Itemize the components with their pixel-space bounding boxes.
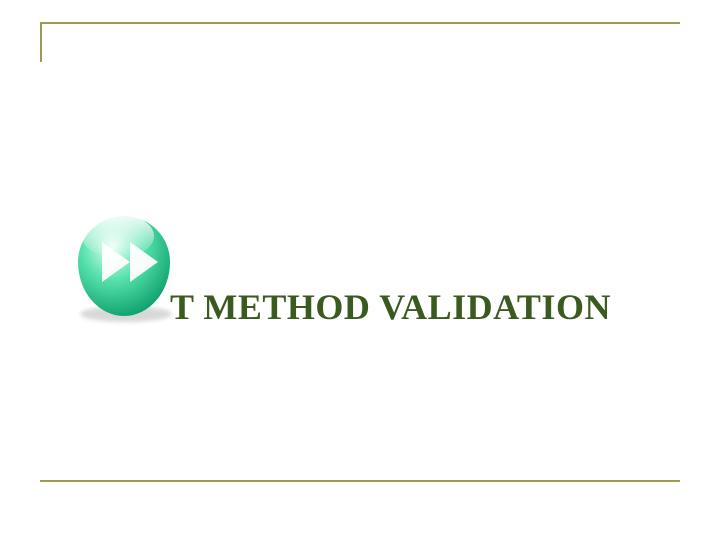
- bottom-border-rule: [40, 480, 680, 482]
- content-area: T METHOD VALIDATION: [60, 242, 660, 372]
- top-border-rule: [40, 22, 680, 62]
- slide-title: T METHOD VALIDATION: [170, 286, 611, 328]
- fast-forward-icon: [60, 198, 188, 326]
- fast-forward-icon-svg: [60, 198, 188, 326]
- slide: T METHOD VALIDATION: [0, 0, 720, 540]
